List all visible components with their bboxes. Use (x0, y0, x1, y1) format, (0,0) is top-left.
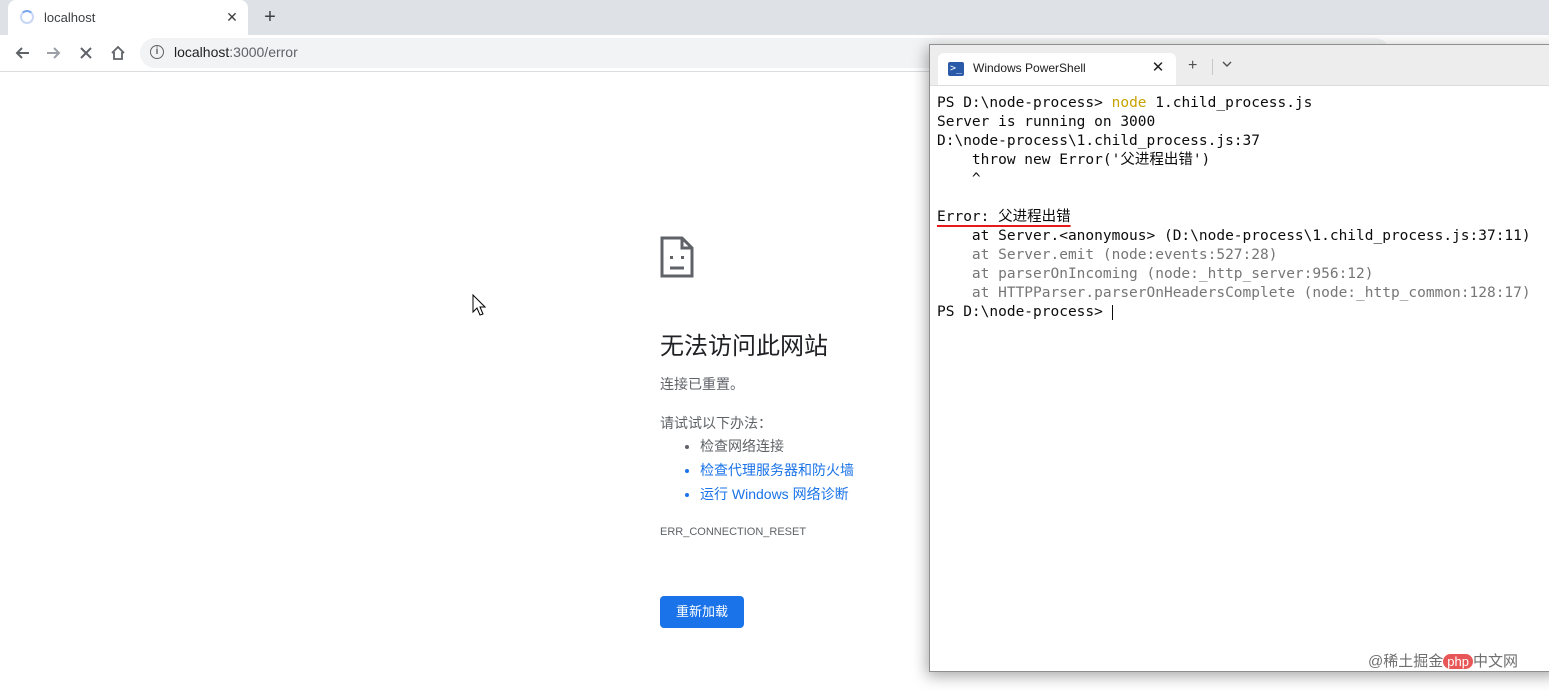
terminal-error-line: Error: 父进程出错 (937, 208, 1531, 227)
terminal-line-prompt: PS D:\node-process> (937, 303, 1531, 322)
home-icon (111, 45, 125, 60)
stack-trace-line: at Server.<anonymous> (D:\node-process\1… (937, 228, 1531, 244)
url-host: localhost (174, 44, 230, 60)
terminal-line: ^ (937, 171, 981, 187)
powershell-new-tab-button[interactable]: + (1188, 57, 1197, 75)
watermark-badge: php (1443, 654, 1473, 669)
terminal-output[interactable]: PS D:\node-process> node 1.child_process… (937, 94, 1531, 322)
forward-arrow-icon (47, 47, 61, 59)
powershell-tab-title: Windows PowerShell (973, 61, 1086, 75)
stop-button[interactable] (74, 41, 98, 65)
stack-trace-line: at Server.emit (node:events:527:28) (937, 247, 1278, 263)
powershell-window: >_ Windows PowerShell ✕ + PS D:\node-pro… (929, 44, 1549, 672)
sad-page-icon (660, 236, 694, 278)
watermark: @稀土掘金 php 中文网 (1368, 650, 1518, 671)
titlebar-divider (1212, 59, 1213, 75)
stack-trace-line: at HTTPParser.parserOnHeadersComplete (n… (937, 285, 1531, 301)
mouse-cursor-icon (472, 294, 486, 316)
powershell-titlebar: >_ Windows PowerShell ✕ + (930, 45, 1549, 86)
powershell-dropdown-button[interactable] (1222, 59, 1232, 71)
powershell-tab-close-button[interactable]: ✕ (1148, 58, 1168, 78)
command-keyword: node (1111, 95, 1147, 111)
watermark-suffix: 中文网 (1472, 653, 1518, 670)
prompt: PS D:\node-process> (937, 95, 1112, 111)
terminal-line-command: PS D:\node-process> node 1.child_process… (937, 94, 1531, 113)
browser-tab[interactable]: localhost ✕ (8, 0, 248, 35)
terminal-line: throw new Error('父进程出错') (937, 152, 1211, 168)
site-info-icon[interactable]: i (150, 45, 164, 59)
terminal-line: Server is running on 3000 (937, 114, 1156, 130)
stack-trace-line: at parserOnIncoming (node:_http_server:9… (937, 266, 1374, 282)
loading-spinner-icon (20, 10, 34, 24)
text-cursor (1111, 304, 1113, 320)
browser-tabstrip: localhost ✕ + (0, 0, 1549, 35)
watermark-prefix: @稀土掘金 (1368, 653, 1444, 670)
terminal-line: D:\node-process\1.child_process.js:37 (937, 133, 1261, 149)
reload-button[interactable]: 重新加载 (660, 596, 744, 628)
suggestion-run-diagnostics-link[interactable]: 运行 Windows 网络诊断 (700, 482, 854, 506)
new-tab-button[interactable]: + (258, 5, 282, 29)
chevron-down-icon (1222, 61, 1232, 67)
error-message-underlined: Error: 父进程出错 (937, 209, 1071, 225)
error-title: 无法访问此网站 (660, 333, 828, 360)
stop-x-icon (80, 47, 92, 59)
command-argument: 1.child_process.js (1146, 95, 1313, 111)
suggestion-list: 检查网络连接 检查代理服务器和防火墙 运行 Windows 网络诊断 (660, 434, 854, 506)
try-label: 请试试以下办法： (660, 415, 772, 431)
home-button[interactable] (106, 41, 130, 65)
tab-close-button[interactable]: ✕ (222, 7, 242, 27)
tab-title: localhost (44, 10, 96, 25)
error-subtitle: 连接已重置。 (660, 376, 744, 392)
final-prompt: PS D:\node-process> (937, 304, 1112, 320)
back-arrow-icon (15, 47, 29, 59)
url-text: localhost:3000/error (174, 44, 298, 60)
url-path: :3000/error (229, 44, 298, 60)
forward-button[interactable] (42, 41, 66, 65)
suggestion-run-diagnostics-text[interactable]: 运行 Windows 网络诊断 (700, 486, 849, 502)
error-code: ERR_CONNECTION_RESET (660, 526, 807, 538)
suggestion-check-proxy-text[interactable]: 检查代理服务器和防火墙 (700, 462, 854, 478)
powershell-icon: >_ (948, 62, 964, 76)
back-button[interactable] (10, 41, 34, 65)
suggestion-check-network: 检查网络连接 (700, 434, 854, 458)
powershell-tab[interactable]: >_ Windows PowerShell ✕ (938, 53, 1176, 85)
suggestion-check-proxy-link[interactable]: 检查代理服务器和防火墙 (700, 458, 854, 482)
